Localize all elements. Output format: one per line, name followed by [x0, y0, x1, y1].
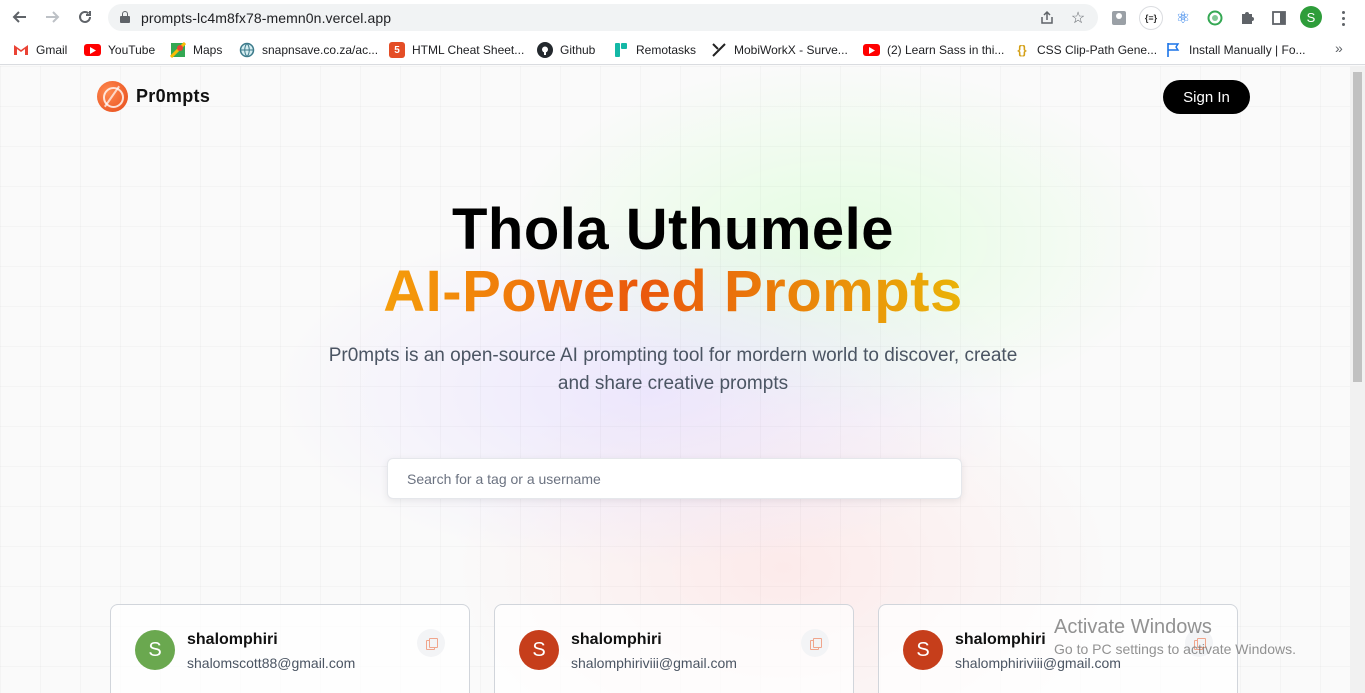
- prompt-card[interactable]: S shalomphiri shalomscott88@gmail.com: [110, 604, 470, 693]
- youtube-icon: [84, 44, 101, 56]
- bookmark-label: YouTube: [108, 43, 156, 57]
- copy-icon[interactable]: [417, 629, 445, 657]
- profile-avatar[interactable]: S: [1300, 6, 1322, 28]
- bookmark-css-clip-path[interactable]: {} CSS Clip-Path Gene...: [1014, 41, 1157, 59]
- hero-subtitle-wrap: AI-Powered Prompts: [0, 258, 1346, 325]
- search-input[interactable]: [387, 458, 962, 499]
- card-username[interactable]: shalomphiri: [187, 631, 278, 649]
- bookmark-html-cheat-sheet[interactable]: 5 HTML Cheat Sheet...: [389, 41, 524, 59]
- prompt-card[interactable]: S shalomphiri shalomphiriviii@gmail.com: [494, 604, 854, 693]
- avatar[interactable]: S: [519, 630, 559, 670]
- card-username[interactable]: shalomphiri: [955, 631, 1046, 649]
- bookmark-label: Maps: [193, 43, 223, 57]
- side-panel-icon[interactable]: [1268, 7, 1290, 29]
- github-icon: [537, 42, 553, 58]
- avatar[interactable]: S: [135, 630, 175, 670]
- bookmark-gmail[interactable]: Gmail: [13, 41, 67, 59]
- bookmark-youtube[interactable]: YouTube: [84, 41, 155, 59]
- browser-toolbar: prompts-lc4m8fx78-memn0n.vercel.app ☆ {≡…: [0, 0, 1365, 35]
- json-extension-icon[interactable]: {≡}: [1139, 6, 1163, 30]
- extensions-puzzle-icon[interactable]: [1236, 7, 1258, 29]
- gmail-icon: [13, 42, 29, 58]
- avatar[interactable]: S: [903, 630, 943, 670]
- bookmark-mobiworkx[interactable]: MobiWorkX - Surve...: [711, 41, 848, 59]
- bookmark-install-manually[interactable]: Install Manually | Fo...: [1166, 41, 1306, 59]
- bookmark-maps[interactable]: Maps: [170, 41, 222, 59]
- reload-icon[interactable]: [69, 1, 101, 33]
- bookmark-github[interactable]: Github: [537, 41, 595, 59]
- bookmark-label: HTML Cheat Sheet...: [412, 43, 525, 57]
- share-icon[interactable]: [1037, 8, 1057, 28]
- forward-arrow-icon[interactable]: [36, 1, 68, 33]
- hero-title: Thola Uthumele: [451, 197, 895, 262]
- mobiworkx-icon: [711, 42, 727, 58]
- bookmark-label: MobiWorkX - Surve...: [734, 43, 848, 57]
- scrollbar-thumb[interactable]: [1353, 72, 1362, 382]
- bookmark-label: Remotasks: [636, 43, 697, 57]
- copy-icon[interactable]: [801, 629, 829, 657]
- url-text[interactable]: prompts-lc4m8fx78-memn0n.vercel.app: [141, 10, 391, 26]
- activate-windows-watermark: Activate Windows Go to PC settings to ac…: [1054, 616, 1296, 657]
- watermark-subtitle: Go to PC settings to activate Windows.: [1054, 641, 1296, 657]
- page-scrollbar[interactable]: [1350, 66, 1365, 693]
- watermark-title: Activate Windows: [1054, 616, 1212, 638]
- browser-menu-icon[interactable]: [1336, 7, 1350, 29]
- bookmarks-bar: Gmail YouTube Maps snapnsave.co.za/ac...…: [0, 35, 1365, 65]
- card-email: shalomscott88@gmail.com: [187, 655, 356, 671]
- bookmark-label: Gmail: [36, 43, 68, 57]
- card-username[interactable]: shalomphiri: [571, 631, 662, 649]
- css-icon: {}: [1017, 43, 1027, 57]
- remotasks-icon: [613, 42, 629, 58]
- bookmark-label: (2) Learn Sass in thi...: [887, 43, 1005, 57]
- bookmark-snapnsave[interactable]: snapnsave.co.za/ac...: [239, 41, 378, 59]
- extension-profile-icon[interactable]: [1108, 7, 1130, 29]
- bookmark-label: CSS Clip-Path Gene...: [1037, 43, 1158, 57]
- bookmark-label: Install Manually | Fo...: [1189, 43, 1306, 57]
- card-email: shalomphiriviii@gmail.com: [955, 655, 1121, 671]
- card-email: shalomphiriviii@gmail.com: [571, 655, 737, 671]
- bookmark-label: snapnsave.co.za/ac...: [262, 43, 379, 57]
- lock-icon: [120, 11, 130, 23]
- brand-logo[interactable]: Pr0mpts: [97, 81, 210, 112]
- bookmark-remotasks[interactable]: Remotasks: [613, 41, 696, 59]
- bookmark-learn-sass[interactable]: (2) Learn Sass in thi...: [863, 41, 1004, 59]
- html-icon: 5: [389, 42, 405, 58]
- hero-description: Pr0mpts is an open-source AI prompting t…: [328, 345, 1018, 394]
- flag-icon: [1166, 42, 1182, 58]
- logo-icon: [97, 81, 128, 112]
- extension-circle-icon[interactable]: [1204, 7, 1226, 29]
- maps-icon: [170, 42, 186, 58]
- sign-in-button[interactable]: Sign In: [1163, 80, 1250, 114]
- more-bookmarks-icon[interactable]: »: [1335, 40, 1343, 56]
- react-devtools-icon[interactable]: ⚛: [1172, 7, 1194, 29]
- back-arrow-icon[interactable]: [4, 1, 36, 33]
- page-content: Pr0mpts Sign In Thola Uthumele AI-Powere…: [0, 66, 1350, 693]
- bookmark-label: Github: [560, 43, 596, 57]
- globe-icon: [239, 42, 255, 58]
- address-bar[interactable]: prompts-lc4m8fx78-memn0n.vercel.app ☆: [108, 4, 1098, 31]
- bookmark-star-icon[interactable]: ☆: [1068, 8, 1088, 28]
- hero-subtitle: AI-Powered Prompts: [383, 259, 963, 324]
- brand-name: Pr0mpts: [136, 86, 211, 106]
- youtube-icon: [863, 44, 880, 56]
